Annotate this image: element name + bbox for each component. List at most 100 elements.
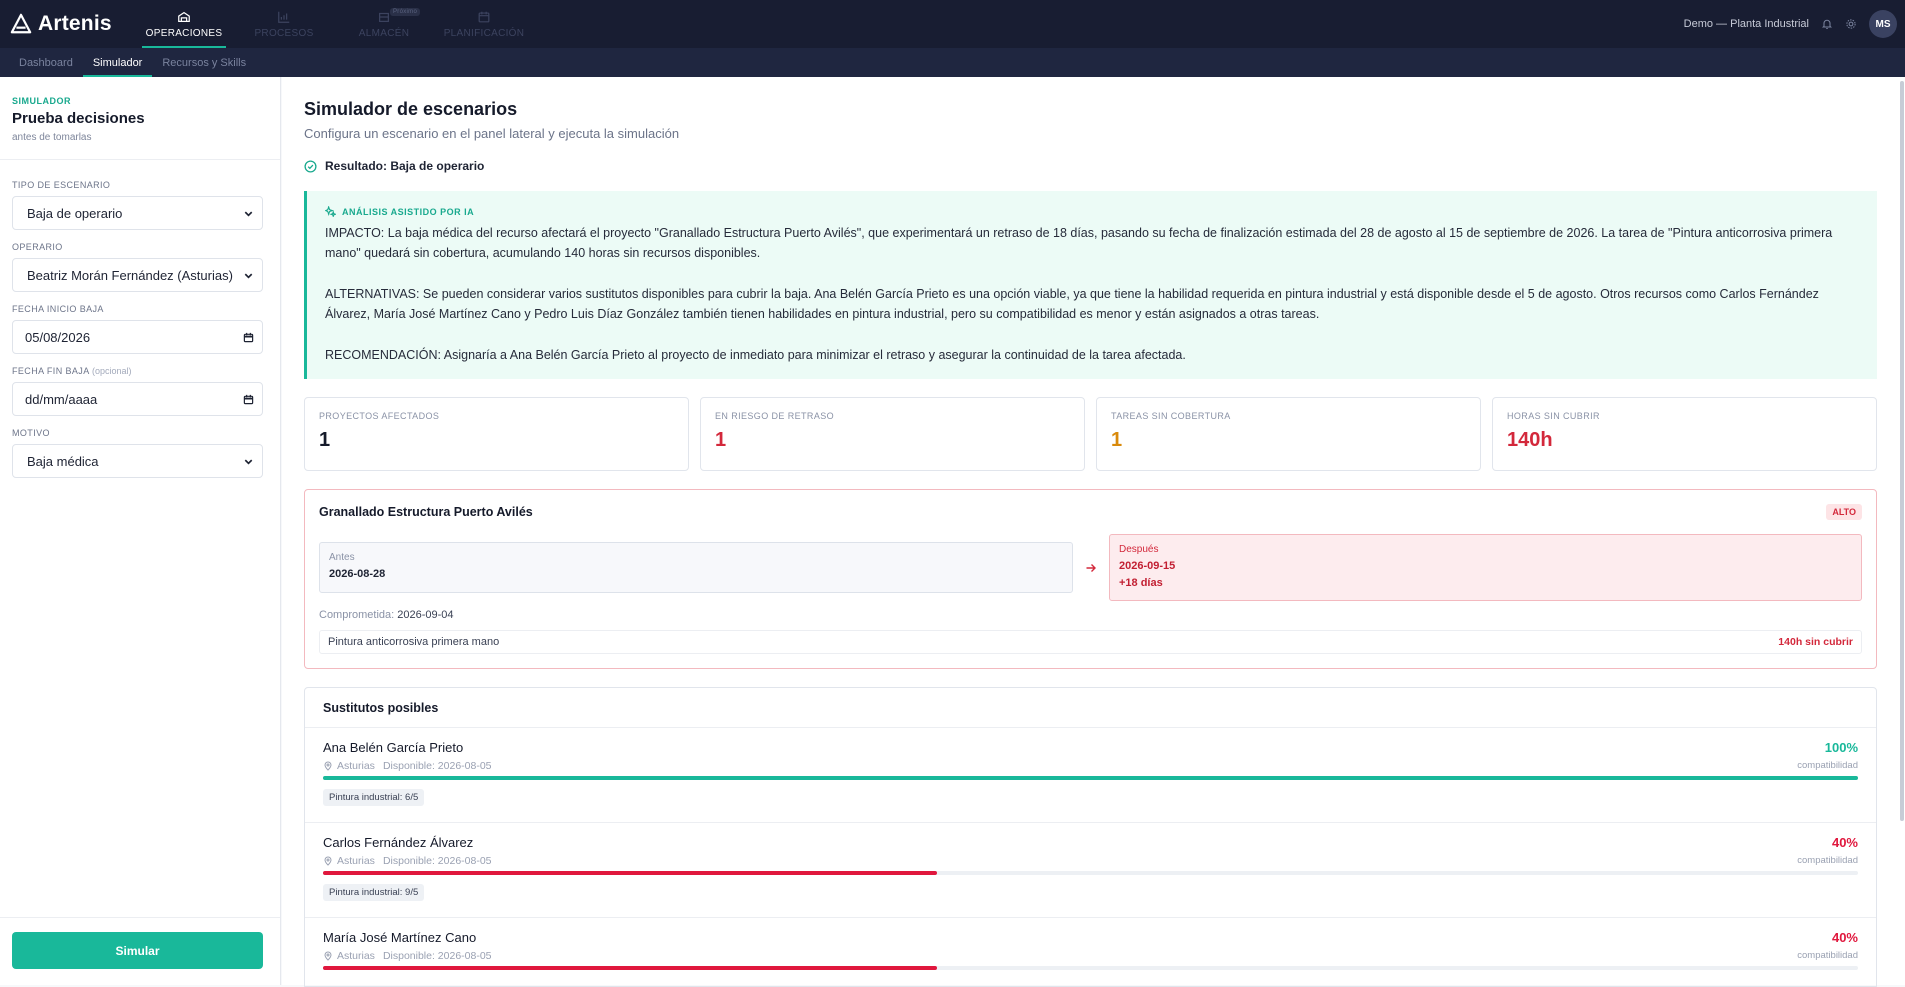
nav-tab-procesos[interactable]: PROCESOS (234, 0, 334, 48)
top-right-area: Demo — Planta Industrial MS (1684, 0, 1905, 48)
start-date-input[interactable]: 05/08/2026 (12, 320, 263, 354)
project-header: Granallado Estructura Puerto Avilés ALTO (319, 504, 1862, 520)
operator-select[interactable]: Beatriz Morán Fernández (Asturias) (12, 258, 263, 292)
ai-tag-label: ANÁLISIS ASISTIDO POR IA (342, 206, 475, 217)
scrollbar-thumb[interactable] (1900, 81, 1904, 821)
compatibility-bar (323, 871, 1858, 875)
gear-icon[interactable] (1845, 18, 1857, 30)
task-name: Pintura anticorrosiva primera mano (328, 636, 500, 648)
compatibility-bar (323, 966, 1858, 970)
result-title: Resultado: Baja de operario (325, 159, 485, 173)
substitute-location: Asturias (337, 855, 375, 867)
substitute-meta: Asturias Disponible: 2026-08-05 (323, 950, 492, 962)
logo-icon (10, 13, 32, 34)
end-date-label: FECHA FIN BAJA (opcional) (12, 366, 268, 376)
nav-tab-label: PLANIFICACIÓN (443, 27, 525, 39)
sidebar-eyebrow: SIMULADOR (12, 96, 71, 106)
date-after-box: Después 2026-09-15 +18 días (1109, 534, 1862, 601)
date-after-label: Después (1119, 544, 1159, 555)
simulate-button[interactable]: Simular (12, 932, 263, 969)
date-before-value: 2026-08-28 (329, 568, 386, 580)
nav-tab-label: PROCESOS (254, 27, 314, 39)
substitute-item[interactable]: Carlos Fernández Álvarez Asturias Dispon… (305, 823, 1876, 918)
kpi-value: 1 (1111, 429, 1123, 451)
kpi-affected-projects: PROYECTOS AFECTADOS 1 (304, 397, 689, 471)
kpi-value: 1 (715, 429, 727, 451)
uncovered-task-row: Pintura anticorrosiva primera mano 140h … (319, 630, 1862, 654)
substitute-name: Ana Belén García Prieto (323, 740, 464, 755)
subtab-dashboard[interactable]: Dashboard (9, 48, 83, 77)
reason-select[interactable]: Baja médica (12, 444, 263, 478)
nav-tab-operaciones[interactable]: OPERACIONES (134, 0, 234, 48)
substitute-meta: Asturias Disponible: 2026-08-05 (323, 760, 492, 772)
scenario-type-select[interactable]: Baja de operario (12, 196, 263, 230)
committed-value: 2026-09-04 (397, 609, 454, 621)
date-comparison: Antes 2026-08-28 Después 2026-09-15 +18 … (319, 534, 1862, 601)
subtab-simulador[interactable]: Simulador (82, 48, 153, 77)
substitute-item[interactable]: Ana Belén García Prieto Asturias Disponi… (305, 728, 1876, 823)
ai-recommendation-text: RECOMENDACIÓN: Asignaría a Ana Belén Gar… (325, 348, 1186, 362)
date-delay: +18 días (1119, 577, 1163, 589)
kpi-uncovered-tasks: TAREAS SIN COBERTURA 1 (1096, 397, 1481, 471)
compatibility-percent: 40% (1831, 835, 1858, 850)
main-scrollbar[interactable] (1899, 77, 1905, 985)
chart-icon (278, 11, 290, 23)
subtab-recursos-skills[interactable]: Recursos y Skills (152, 48, 256, 77)
compatibility-bar-fill (323, 871, 937, 875)
compatibility-bar-fill (323, 776, 1858, 780)
end-date-input[interactable]: dd/mm/aaaa (12, 382, 263, 416)
compatibility-score: 100% compatibilidad (1797, 740, 1858, 771)
end-date-placeholder: dd/mm/aaaa (25, 391, 98, 407)
map-pin-icon (324, 856, 332, 866)
kpi-row: PROYECTOS AFECTADOS 1 EN RIESGO DE RETRA… (304, 397, 1877, 471)
project-name: Granallado Estructura Puerto Avilés (319, 505, 533, 519)
kpi-value: 1 (319, 429, 331, 451)
calendar-icon (478, 11, 490, 22)
nav-tab-almacen[interactable]: Próximo ALMACÉN (334, 0, 434, 48)
start-date-label: FECHA INICIO BAJA (12, 304, 104, 314)
ai-analysis-box: ANÁLISIS ASISTIDO POR IA IMPACTO: La baj… (304, 191, 1877, 379)
scenario-form: TIPO DE ESCENARIO Baja de operario OPERA… (0, 160, 280, 486)
ai-analysis-tag: ANÁLISIS ASISTIDO POR IA (325, 206, 1859, 217)
kpi-label: HORAS SIN CUBRIR (1507, 411, 1600, 421)
calendar-icon[interactable] (243, 332, 254, 343)
compatibility-percent: 40% (1831, 930, 1858, 945)
nav-tab-planificacion[interactable]: PLANIFICACIÓN (434, 0, 534, 48)
app-logo[interactable]: Artenis (0, 0, 130, 48)
substitutes-title: Sustitutos posibles (305, 688, 1876, 728)
simulator-sidebar: SIMULADOR Prueba decisiones antes de tom… (0, 77, 281, 985)
compatibility-label: compatibilidad (1797, 855, 1858, 866)
committed-date: Comprometida: 2026-09-04 (319, 609, 1862, 621)
workspace-name[interactable]: Demo — Planta Industrial (1684, 18, 1809, 30)
compatibility-percent: 100% (1824, 740, 1858, 755)
substitute-meta: Asturias Disponible: 2026-08-05 (323, 855, 492, 867)
map-pin-icon (324, 951, 332, 961)
substitute-availability: Disponible: 2026-08-05 (382, 855, 492, 867)
user-avatar[interactable]: MS (1869, 10, 1897, 38)
kpi-value: 140h (1507, 429, 1553, 451)
sparkles-icon (325, 206, 336, 217)
ai-impact-text: IMPACTO: La baja médica del recurso afec… (325, 226, 1833, 260)
skill-chip: Pintura industrial: 6/5 (323, 789, 425, 806)
bell-icon[interactable] (1821, 18, 1833, 30)
sidebar-subtitle: antes de tomarlas (12, 132, 92, 143)
app-name: Artenis (38, 12, 112, 35)
simulation-results: Simulador de escenarios Configura un esc… (304, 77, 1877, 987)
sub-nav: Dashboard Simulador Recursos y Skills (0, 48, 1905, 77)
coming-soon-badge: Próximo (390, 8, 421, 16)
page-title: Simulador de escenarios (304, 99, 518, 119)
end-date-label-text: FECHA FIN BAJA (12, 366, 90, 376)
chevron-down-icon (244, 273, 253, 279)
task-uncovered-hours: 140h sin cubrir (1778, 636, 1853, 648)
operator-value: Beatriz Morán Fernández (Asturias) (27, 267, 233, 283)
page-subtitle: Configura un escenario en el panel later… (304, 126, 680, 141)
calendar-icon[interactable] (243, 394, 254, 405)
compatibility-label: compatibilidad (1797, 760, 1858, 771)
date-after-value: 2026-09-15 (1119, 560, 1176, 572)
substitutes-card: Sustitutos posibles Ana Belén García Pri… (304, 687, 1877, 987)
substitute-item[interactable]: María José Martínez Cano Asturias Dispon… (305, 918, 1876, 986)
check-circle-icon (304, 159, 317, 173)
substitute-name: Carlos Fernández Álvarez (323, 835, 474, 850)
nav-tab-label: ALMACÉN (358, 27, 410, 39)
affected-project-card: Granallado Estructura Puerto Avilés ALTO… (304, 489, 1877, 669)
